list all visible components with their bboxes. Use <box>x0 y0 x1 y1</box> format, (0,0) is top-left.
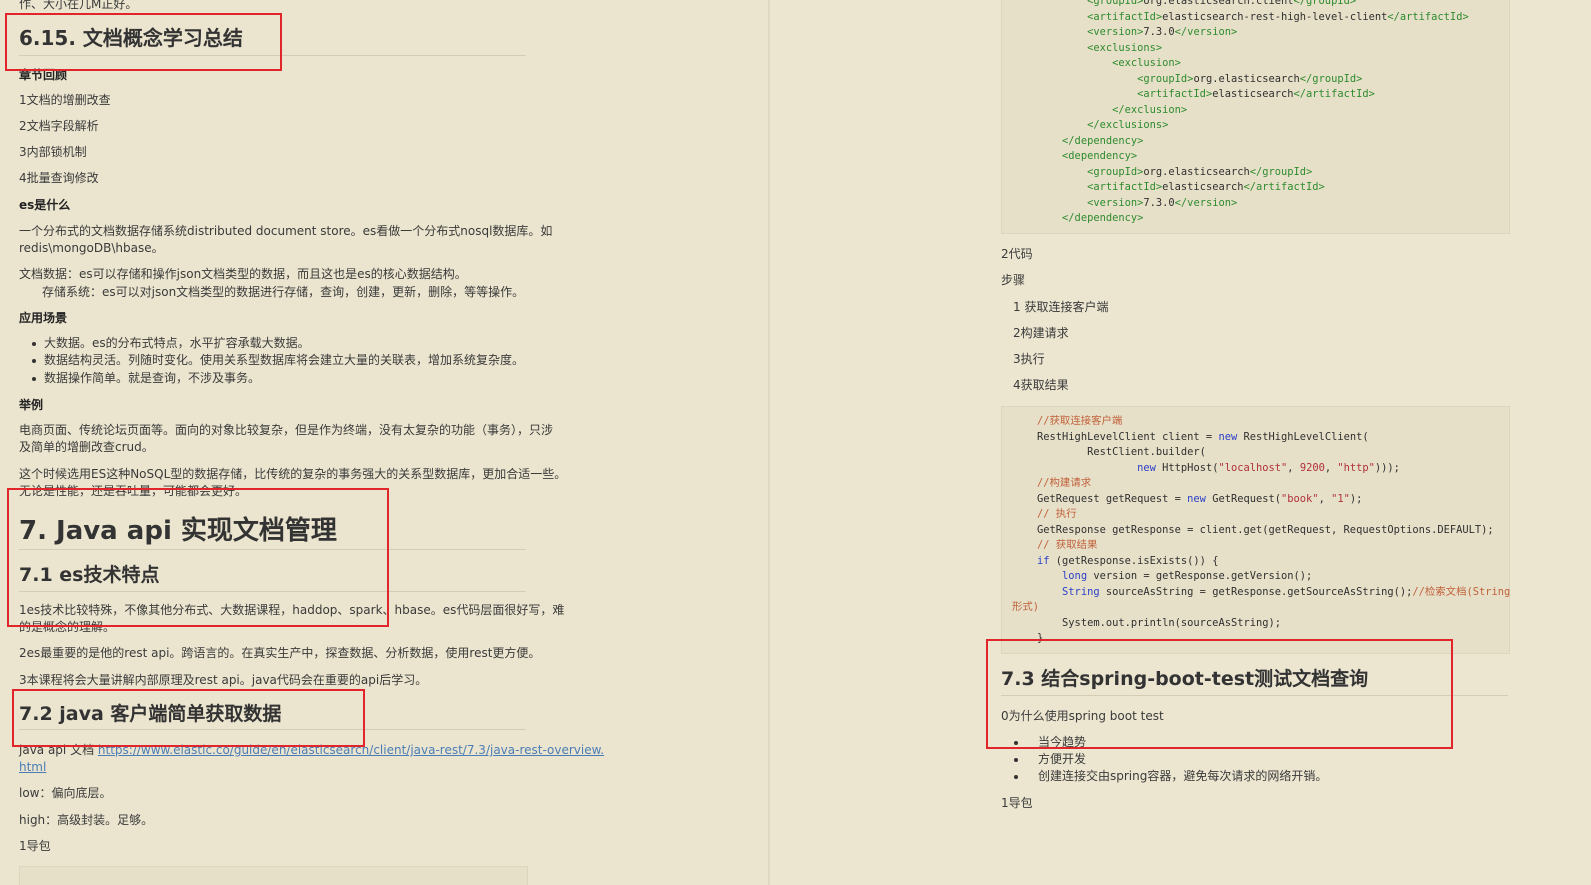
xml-value: org.elasticsearch.client <box>1143 0 1294 7</box>
storage-paragraph: 存储系统：es可以对json文档类型的数据进行存储，查询，创建，更新，删除，等等… <box>42 285 525 299</box>
xml-code-line: <version>7.3.0</version> <box>1012 25 1469 41</box>
what-es-paragraph: redis\mongoDB\hbase。 <box>19 241 164 255</box>
xml-code-line: <groupId>org.elasticsearch</groupId> <box>1012 165 1469 181</box>
bullet-dot <box>32 342 36 346</box>
xml-code-line: </dependency> <box>1012 134 1469 150</box>
example-title: 举例 <box>19 398 44 412</box>
what-es-paragraph: 一个分布式的文档数据存储系统distributed document store… <box>19 224 553 238</box>
xml-value: elasticsearch <box>1212 88 1294 100</box>
step-item: 1 获取连接客户端 <box>1013 300 1109 314</box>
xml-tag: <artifactId> <box>1137 88 1213 100</box>
xml-code-line: <artifactId>elasticsearch</artifactId> <box>1012 180 1469 196</box>
bullet-dot <box>1014 758 1018 762</box>
java-code-block: //获取连接客户端 RestHighLevelClient client = n… <box>1001 406 1510 654</box>
step-item: 3执行 <box>1013 352 1045 366</box>
right-document-pane[interactable]: <groupId>org.elasticsearch.client</group… <box>770 0 1591 885</box>
xml-tag: </artifactId> <box>1293 88 1375 100</box>
xml-code-line: <groupId>org.elasticsearch.client</group… <box>1012 0 1469 10</box>
xml-code-line: <artifactId>elasticsearch-rest-high-leve… <box>1012 10 1469 26</box>
xml-tag: <artifactId> <box>1087 10 1163 23</box>
scene-title: 应用场景 <box>19 311 68 325</box>
xml-value: elasticsearch <box>1162 181 1244 193</box>
xml-tag: </dependency> <box>1062 212 1144 224</box>
xml-value: 7.3.0 <box>1143 26 1175 38</box>
example-paragraph: 这个时候选用ES这种NoSQL型的数据存储，比传统的复杂的事务强大的关系型数据库… <box>19 467 567 481</box>
api-doc-link-continued: html <box>19 759 46 776</box>
review-item: 2文档字段解析 <box>19 119 99 133</box>
xml-tag: </dependency> <box>1062 134 1144 147</box>
xml-value: org.elasticsearch <box>1143 165 1250 178</box>
xml-value: org.elasticsearch <box>1193 72 1300 85</box>
high-level-text: high：高级封装。足够。 <box>19 813 154 827</box>
xml-tag: <version> <box>1087 26 1144 38</box>
code-block-partial <box>19 866 528 885</box>
xml-tag: </version> <box>1174 26 1238 38</box>
top-fragment-text: 作、大小在几M正好。 <box>19 0 138 11</box>
scene-item: 大数据。es的分布式特点，水平扩容承载大数据。 <box>44 336 310 350</box>
why-item: 创建连接交由spring容器，避免每次请求的网络开销。 <box>1038 769 1328 783</box>
highlight-box <box>5 13 282 71</box>
highlight-box <box>986 639 1453 749</box>
step-item: 4获取结果 <box>1013 378 1069 392</box>
xml-code-line: <exclusions> <box>1012 41 1469 57</box>
xml-tag: <exclusion> <box>1112 57 1181 69</box>
xml-tag: </exclusions> <box>1087 119 1169 131</box>
example-paragraph: 电商页面、传统论坛页面等。面向的对象比较复杂，但是作为终端，没有太复杂的功能（事… <box>19 423 554 437</box>
xml-code-line: <version>7.3.0</version> <box>1012 196 1469 212</box>
why-item: 方便开发 <box>1038 752 1087 766</box>
import-package-text: 1导包 <box>19 839 51 853</box>
xml-tag: </exclusion> <box>1112 103 1188 116</box>
review-item: 1文档的增删改查 <box>19 93 111 107</box>
xml-tag: <artifactId> <box>1087 181 1163 193</box>
scene-item: 数据操作简单。就是查询，不涉及事务。 <box>44 371 261 385</box>
review-item: 4批量查询修改 <box>19 171 99 185</box>
scene-item: 数据结构灵活。列随时变化。使用关系型数据库将会建立大量的关联表，增加系统复杂度。 <box>44 353 525 367</box>
steps-title: 步骤 <box>1001 273 1026 287</box>
xml-value: 7.3.0 <box>1143 196 1175 209</box>
xml-tag: </groupId> <box>1299 72 1363 85</box>
xml-code-lines: <groupId>org.elasticsearch.client</group… <box>1012 0 1469 227</box>
xml-code-line: </exclusion> <box>1012 103 1469 119</box>
xml-tag: <dependency> <box>1062 150 1138 162</box>
step-item: 2构建请求 <box>1013 326 1069 340</box>
xml-value: elasticsearch-rest-high-level-client <box>1162 10 1388 23</box>
tech-paragraph: 3本课程将会大量讲解内部原理及rest api。java代码会在重要的api后学… <box>19 673 428 687</box>
xml-tag: </artifactId> <box>1387 10 1469 23</box>
import-package-text: 1导包 <box>1001 796 1033 810</box>
xml-code-line: <groupId>org.elasticsearch</groupId> <box>1012 72 1469 88</box>
xml-tag: </groupId> <box>1293 0 1357 7</box>
low-level-text: low：偏向底层。 <box>19 786 112 800</box>
xml-tag: </version> <box>1174 196 1238 209</box>
highlight-box <box>7 488 389 627</box>
bullet-dot <box>32 359 36 363</box>
xml-code-line: <artifactId>elasticsearch</artifactId> <box>1012 87 1469 103</box>
tech-paragraph: 2es最重要的是他的rest api。跨语言的。在真实生产中，探查数据、分析数据… <box>19 646 541 660</box>
xml-code-line: </exclusions> <box>1012 118 1469 134</box>
xml-tag: <exclusions> <box>1087 41 1163 54</box>
doc-data-paragraph: 文档数据：es可以存储和操作json文档类型的数据，而且这也是es的核心数据结构… <box>19 267 467 281</box>
code-section-title: 2代码 <box>1001 247 1033 261</box>
xml-tag: <groupId> <box>1137 72 1194 85</box>
java-code-lines: //获取连接客户端 RestHighLevelClient client = n… <box>1012 415 1511 644</box>
maven-xml-code-block: <groupId>org.elasticsearch.client</group… <box>1001 0 1510 234</box>
bullet-dot <box>1014 775 1018 779</box>
xml-tag: <groupId> <box>1087 0 1144 7</box>
review-item: 3内部锁机制 <box>19 145 87 159</box>
xml-tag: <version> <box>1087 196 1144 209</box>
highlight-box <box>12 689 365 747</box>
xml-code-line: <exclusion> <box>1012 56 1469 72</box>
xml-code-line: </dependency> <box>1012 211 1469 227</box>
bullet-dot <box>32 377 36 381</box>
what-es-title: es是什么 <box>19 198 71 212</box>
xml-tag: <groupId> <box>1087 165 1144 178</box>
xml-code-line: <dependency> <box>1012 149 1469 165</box>
api-doc-link[interactable]: html <box>19 760 46 774</box>
xml-tag: </artifactId> <box>1243 181 1325 193</box>
left-document-pane[interactable]: 作、大小在几M正好。 6.15. 文档概念学习总结 章节回顾 1文档的增删改查 … <box>0 0 770 885</box>
xml-tag: </groupId> <box>1249 165 1313 178</box>
example-paragraph: 及简单的增删改查crud。 <box>19 440 154 454</box>
